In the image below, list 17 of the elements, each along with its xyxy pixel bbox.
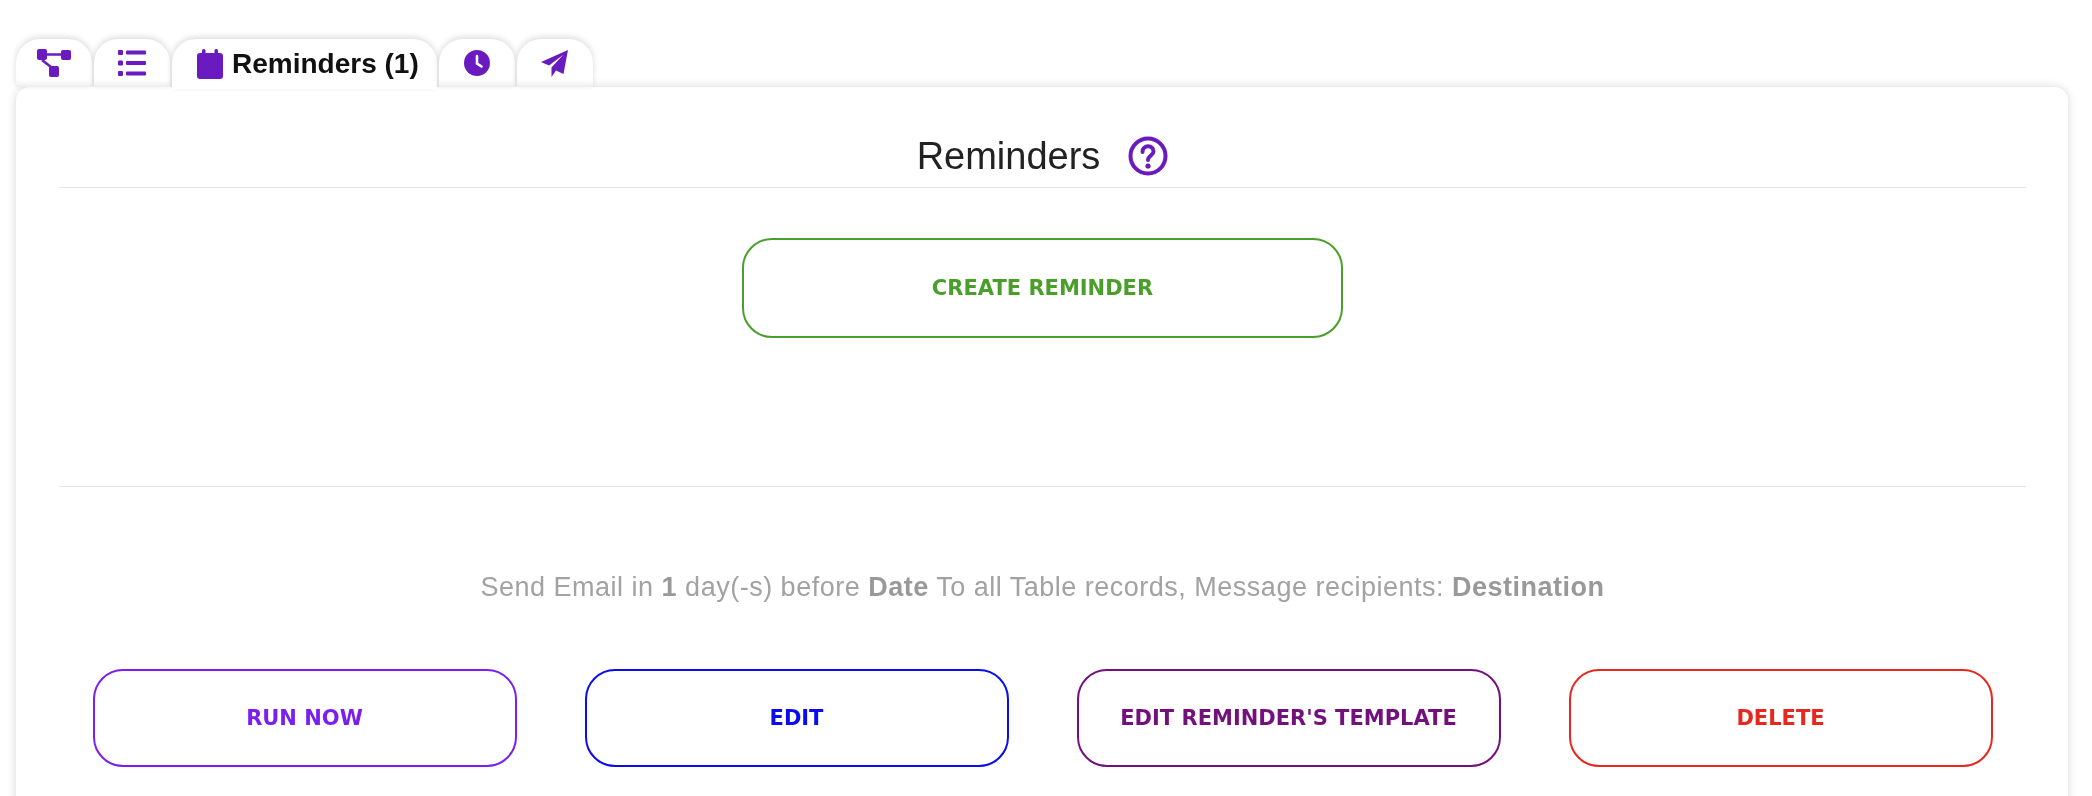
- action-button[interactable]: EDIT: [584, 669, 1009, 767]
- clock-icon: [463, 50, 490, 76]
- list-icon: [118, 50, 146, 76]
- tab[interactable]: [438, 39, 515, 87]
- hierarchy-icon: [37, 49, 71, 77]
- tab[interactable]: [94, 39, 170, 87]
- paper-plane-icon: [541, 49, 569, 77]
- help-icon[interactable]: [1128, 136, 1169, 176]
- tab[interactable]: [16, 39, 92, 87]
- tab[interactable]: [516, 39, 593, 87]
- tab[interactable]: Reminders (1): [172, 39, 437, 89]
- panel-title: Reminders: [916, 134, 1101, 179]
- reminder-summary: Send Email in 1 day(-s) before Date To all Table records, Message recipients: Destination: [480, 571, 1605, 603]
- calendar-icon: [197, 49, 223, 79]
- action-button[interactable]: EDIT REMINDER'S TEMPLATE: [1076, 669, 1501, 767]
- action-button[interactable]: RUN NOW: [92, 669, 517, 767]
- action-button[interactable]: DELETE: [1568, 669, 1993, 767]
